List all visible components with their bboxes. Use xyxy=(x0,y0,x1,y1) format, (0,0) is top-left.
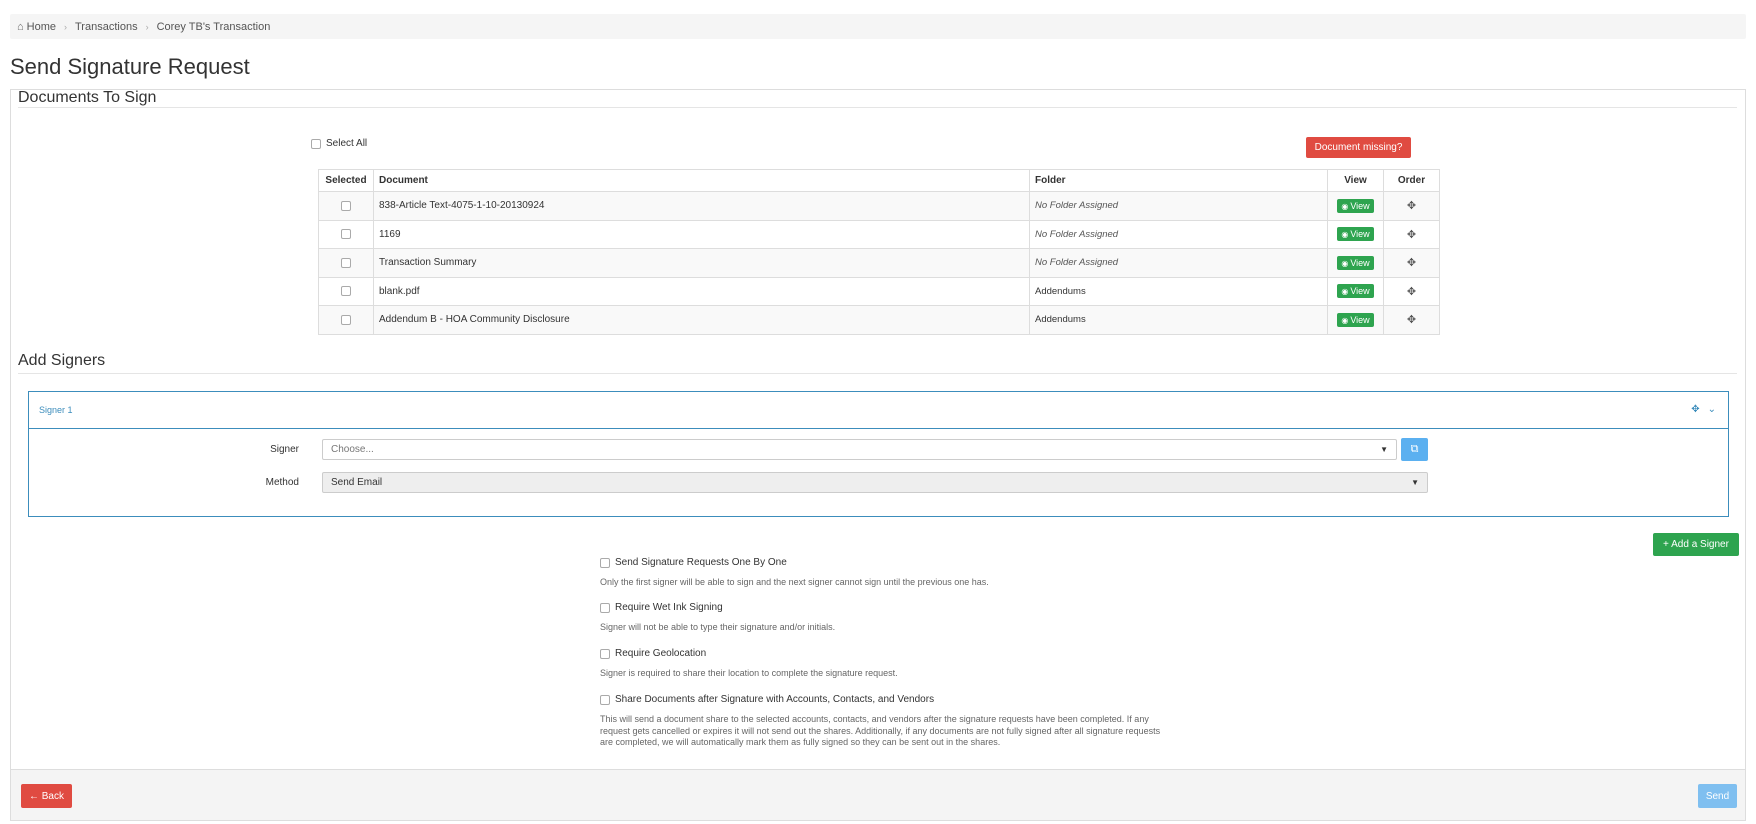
checkbox[interactable] xyxy=(600,602,610,613)
caret-down-icon: ▼ xyxy=(1411,478,1419,487)
eye-icon: ◉ xyxy=(1341,230,1349,240)
option-description: Only the first signer will be able to si… xyxy=(600,577,989,587)
page-title: Send Signature Request xyxy=(10,54,250,79)
drag-handle-icon[interactable]: ✥ xyxy=(1407,286,1416,298)
signature-request-panel: Documents To Sign Select All Document mi… xyxy=(10,89,1746,821)
send-button[interactable]: Send xyxy=(1698,784,1737,808)
documents-table: Selected Document Folder View Order 838-… xyxy=(318,169,1440,335)
eye-icon: ◉ xyxy=(1341,315,1349,325)
option-label: Send Signature Requests One By One xyxy=(615,557,787,568)
checkbox[interactable] xyxy=(600,694,610,705)
method-select-value: Send Email xyxy=(331,477,383,488)
option-description: This will send a document share to the s… xyxy=(600,714,1161,748)
view-button[interactable]: ◉ View xyxy=(1337,227,1374,242)
table-row: Transaction Summary No Folder Assigned ◉… xyxy=(318,248,1440,278)
drag-handle-icon[interactable]: ✥ xyxy=(1407,314,1416,326)
column-header-folder: Folder xyxy=(1029,169,1328,192)
form-footer: ← Back Send xyxy=(11,769,1745,820)
arrow-left-icon: ← xyxy=(28,790,39,802)
view-button[interactable]: ◉ View xyxy=(1337,198,1374,213)
breadcrumb-transactions[interactable]: Transactions xyxy=(75,21,138,33)
drag-handle-icon[interactable]: ✥ xyxy=(1407,200,1416,212)
option-geolocation: Require Geolocation Signer is required t… xyxy=(600,648,1200,680)
back-button[interactable]: ← Back xyxy=(21,784,72,808)
folder-name: Addendums xyxy=(1035,285,1086,297)
signer-select-placeholder: Choose... xyxy=(331,444,374,455)
view-button[interactable]: ◉ View xyxy=(1337,284,1374,299)
view-button[interactable]: ◉ View xyxy=(1337,255,1374,270)
signer-card-title: Signer 1 xyxy=(39,405,73,415)
option-description: Signer is required to share their locati… xyxy=(600,668,898,678)
table-row: 1169 No Folder Assigned ◉ View ✥ xyxy=(318,219,1440,249)
row-select-checkbox[interactable] xyxy=(341,286,351,297)
table-row: 838-Article Text-4075-1-10-20130924 No F… xyxy=(318,191,1440,221)
signer-label: Signer xyxy=(270,444,299,455)
folder-name: No Folder Assigned xyxy=(1035,200,1119,212)
folder-name: No Folder Assigned xyxy=(1035,228,1119,240)
option-label: Share Documents after Signature with Acc… xyxy=(615,694,935,705)
signers-section-title: Add Signers xyxy=(18,352,106,369)
breadcrumb-separator-icon: › xyxy=(145,21,149,32)
folder-name: Addendums xyxy=(1035,314,1086,326)
document-name: blank.pdf xyxy=(373,276,1030,306)
document-name: 838-Article Text-4075-1-10-20130924 xyxy=(373,191,1030,221)
row-select-checkbox[interactable] xyxy=(341,200,351,211)
checkbox[interactable] xyxy=(600,648,610,659)
select-all-checkbox[interactable]: Select All xyxy=(311,138,367,149)
document-name: Transaction Summary xyxy=(373,248,1030,278)
breadcrumb-home[interactable]: Home xyxy=(27,21,56,33)
option-description: Signer will not be able to type their si… xyxy=(600,622,836,632)
select-all-label: Select All xyxy=(326,138,368,149)
option-checkbox-row[interactable]: Send Signature Requests One By One xyxy=(600,557,1200,568)
option-label: Require Wet Ink Signing xyxy=(615,602,723,613)
option-checkbox-row[interactable]: Share Documents after Signature with Acc… xyxy=(600,694,1170,705)
signer-select[interactable]: Choose... ▼ xyxy=(322,439,1397,460)
divider xyxy=(18,373,1737,374)
signer-card-header[interactable]: Signer 1 ✥ ⌄ xyxy=(29,392,1728,429)
column-header-selected: Selected xyxy=(318,169,374,192)
option-wet-ink: Require Wet Ink Signing Signer will not … xyxy=(600,602,1200,634)
breadcrumb: ⌂ Home › Transactions › Corey TB's Trans… xyxy=(10,14,1746,39)
eye-icon: ◉ xyxy=(1341,287,1349,297)
column-header-order: Order xyxy=(1383,169,1440,192)
drag-handle-icon[interactable]: ✥ xyxy=(1691,404,1699,415)
breadcrumb-separator-icon: › xyxy=(64,21,67,32)
option-send-one-by-one: Send Signature Requests One By One Only … xyxy=(600,557,1200,589)
eye-icon: ◉ xyxy=(1341,258,1349,268)
home-icon: ⌂ xyxy=(17,20,24,33)
method-select[interactable]: Send Email ▼ xyxy=(322,472,1428,493)
row-select-checkbox[interactable] xyxy=(341,257,351,268)
drag-handle-icon[interactable]: ✥ xyxy=(1407,229,1416,241)
add-signer-button[interactable]: + Add a Signer xyxy=(1653,533,1739,556)
breadcrumb-current: Corey TB's Transaction xyxy=(156,20,271,33)
external-link-button[interactable]: ⧉ xyxy=(1401,438,1428,461)
option-checkbox-row[interactable]: Require Wet Ink Signing xyxy=(600,602,1200,613)
document-missing-button[interactable]: Document missing? xyxy=(1306,137,1411,158)
eye-icon: ◉ xyxy=(1341,201,1349,211)
checkbox[interactable] xyxy=(311,138,321,149)
option-share-documents: Share Documents after Signature with Acc… xyxy=(600,694,1170,749)
chevron-down-icon[interactable]: ⌄ xyxy=(1708,404,1716,415)
table-row: Addendum B - HOA Community Disclosure Ad… xyxy=(318,305,1440,335)
view-button[interactable]: ◉ View xyxy=(1337,312,1374,327)
option-checkbox-row[interactable]: Require Geolocation xyxy=(600,648,1200,659)
document-name: 1169 xyxy=(373,219,1030,249)
document-name: Addendum B - HOA Community Disclosure xyxy=(373,305,1030,335)
folder-name: No Folder Assigned xyxy=(1035,257,1119,269)
table-row: blank.pdf Addendums ◉ View ✥ xyxy=(318,276,1440,306)
column-header-document: Document xyxy=(373,169,1030,192)
row-select-checkbox[interactable] xyxy=(341,229,351,240)
row-select-checkbox[interactable] xyxy=(341,314,351,325)
external-link-icon: ⧉ xyxy=(1410,443,1419,455)
checkbox[interactable] xyxy=(600,557,610,568)
plus-icon: + xyxy=(1663,539,1669,550)
drag-handle-icon[interactable]: ✥ xyxy=(1407,257,1416,269)
column-header-view: View xyxy=(1327,169,1384,192)
signer-card: Signer 1 ✥ ⌄ Signer Choose... ▼ ⧉ Method… xyxy=(28,391,1729,517)
divider xyxy=(18,107,1737,108)
caret-down-icon: ▼ xyxy=(1380,445,1388,454)
method-label: Method xyxy=(265,477,299,488)
documents-section-title: Documents To Sign xyxy=(18,89,157,106)
option-label: Require Geolocation xyxy=(615,648,707,659)
